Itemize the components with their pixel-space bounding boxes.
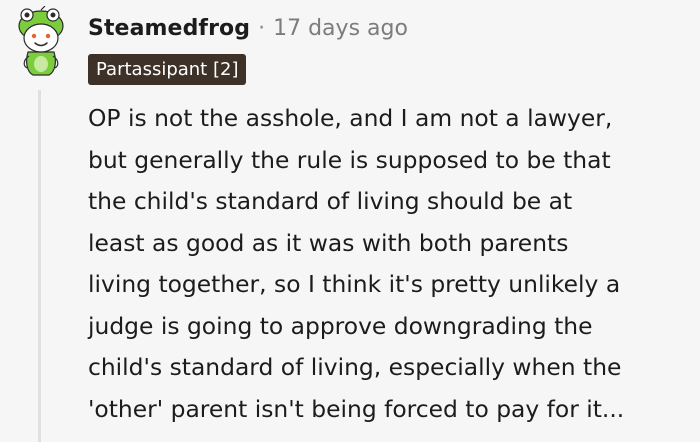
comment-body-line: but generally the rule is supposed to be… [88, 145, 611, 174]
comment-body-line: least as good as it was with both parent… [88, 228, 569, 257]
comment-body: OP is not the asshole, and I am not a la… [88, 98, 700, 430]
frog-avatar-icon [18, 5, 64, 76]
comment-body-line: living together, so I think it's pretty … [88, 270, 621, 298]
comment-body-line: the child's standard of living should be… [88, 187, 573, 215]
meta-separator: · [258, 15, 266, 41]
avatar[interactable] [11, 5, 69, 76]
user-flair: Partassipant [2] [88, 54, 247, 85]
comment-header: Steamedfrog · 17 days ago [88, 12, 408, 44]
comment-body-line: 'other' parent isn't being forced to pay… [88, 394, 625, 423]
comment: Steamedfrog · 17 days ago Partassipant [… [0, 0, 700, 442]
username[interactable]: Steamedfrog [88, 16, 250, 41]
thread-line[interactable] [38, 90, 41, 442]
comment-body-line: judge is going to approve downgrading th… [88, 311, 593, 340]
comment-body-line: OP is not the asshole, and I am not a la… [88, 104, 613, 132]
timestamp[interactable]: 17 days ago [273, 16, 408, 41]
comment-body-line: child's standard of living, especially w… [88, 353, 622, 381]
